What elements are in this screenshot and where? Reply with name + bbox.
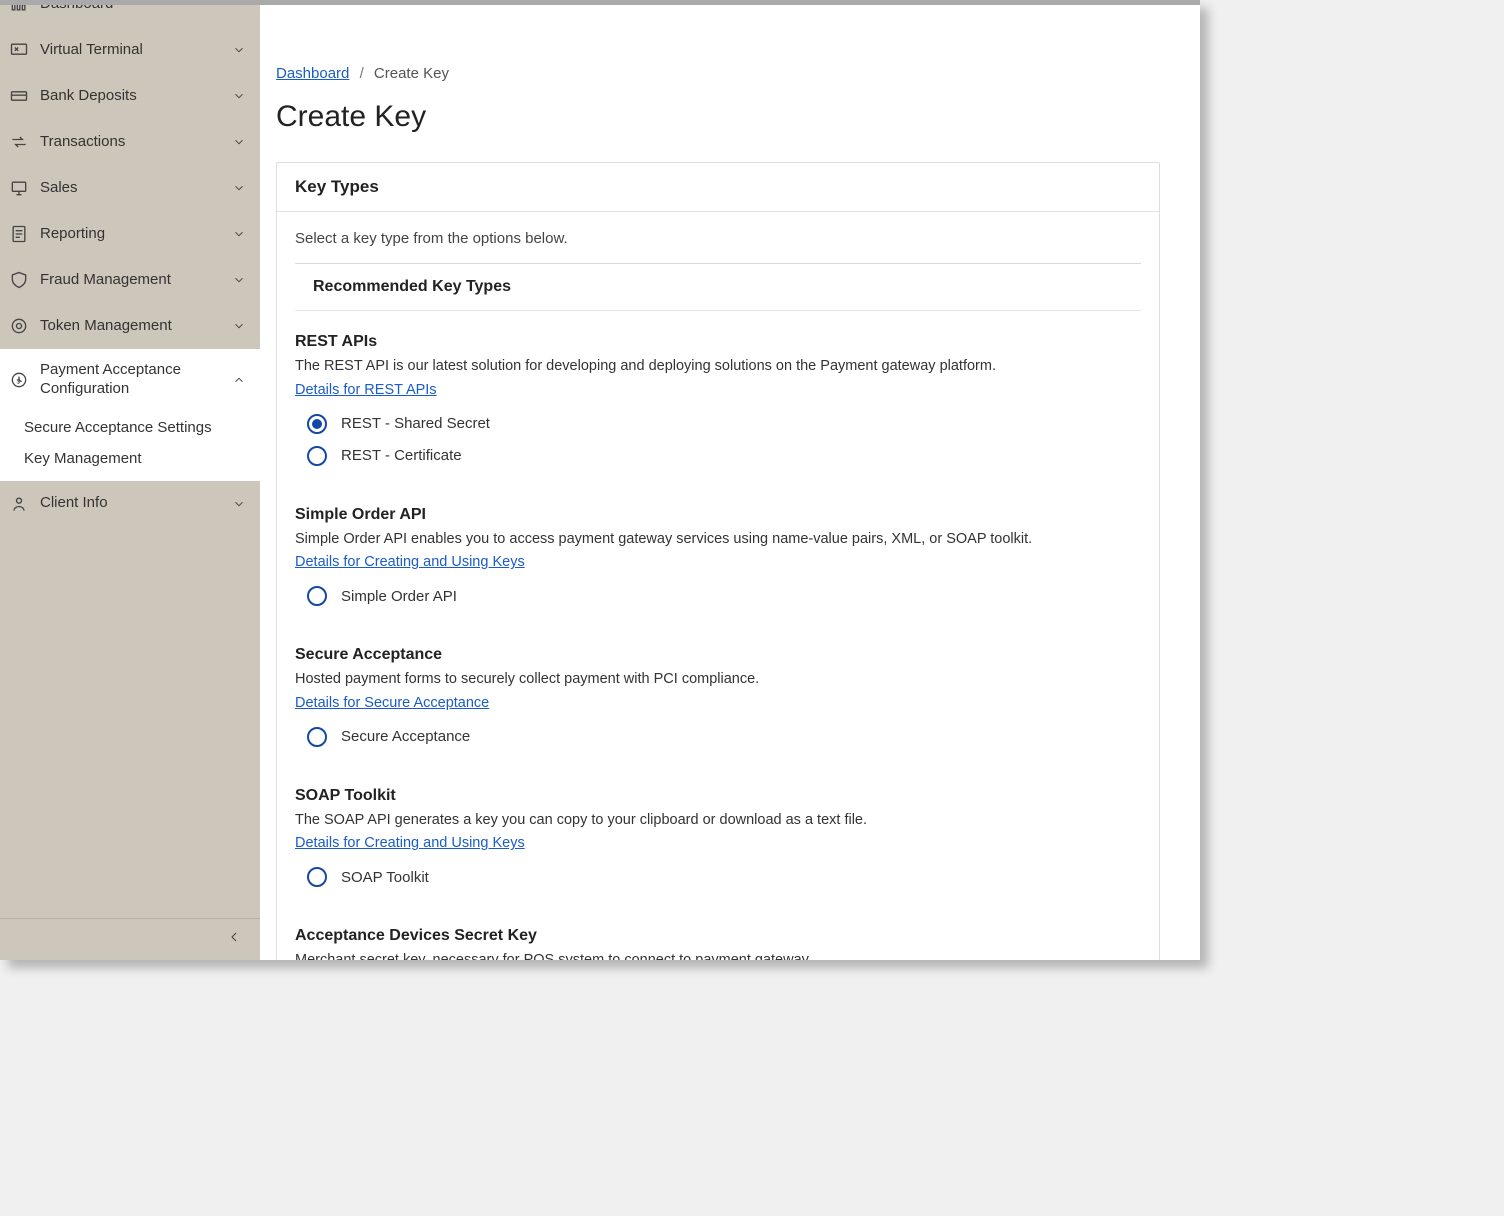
dashboard-icon [8,5,30,15]
sales-icon [8,177,30,199]
bank-icon [8,85,30,107]
sidebar-item-client-info[interactable]: Client Info [0,481,260,527]
radio-icon [307,446,327,466]
radio-label: REST - Certificate [341,447,462,464]
sidebar-section-payment-config: $ Payment Acceptance Configuration Secur… [0,349,260,481]
chevron-down-icon [230,41,248,59]
sidebar-list: Dashboard Virtual Terminal Bank Deposits [0,5,260,918]
group-title: SOAP Toolkit [295,787,1141,805]
sidebar-subitem-secure-acceptance-settings[interactable]: Secure Acceptance Settings [0,411,260,444]
panel-header: Key Types [277,163,1159,212]
config-icon: $ [8,369,30,391]
radio-label: REST - Shared Secret [341,415,490,432]
radio-rest-shared-secret[interactable]: REST - Shared Secret [295,408,1141,440]
group-desc: Simple Order API enables you to access p… [295,530,1141,550]
group-desc: The REST API is our latest solution for … [295,357,1141,377]
radio-label: Secure Acceptance [341,728,470,745]
chevron-down-icon [230,271,248,289]
chevron-down-icon [230,133,248,151]
radio-icon [307,727,327,747]
sidebar-item-label: Sales [40,179,220,198]
recommended-heading: Recommended Key Types [295,263,1141,311]
chevron-left-icon [226,929,242,950]
link-soap-details[interactable]: Details for Creating and Using Keys [295,835,525,851]
sidebar-item-label: Payment Acceptance Configuration [40,361,220,399]
sidebar-item-fraud-management[interactable]: Fraud Management [0,257,260,303]
link-secure-details[interactable]: Details for Secure Acceptance [295,695,489,711]
link-rest-details[interactable]: Details for REST APIs [295,382,437,398]
chevron-down-icon [230,225,248,243]
group-title: Secure Acceptance [295,646,1141,664]
chevron-down-icon [230,87,248,105]
panel-body: Select a key type from the options below… [277,212,1159,960]
breadcrumb-root-link[interactable]: Dashboard [276,65,349,82]
sidebar-item-label: Fraud Management [40,271,220,290]
transactions-icon [8,131,30,153]
sidebar-item-payment-acceptance-config[interactable]: $ Payment Acceptance Configuration [0,349,260,411]
token-icon [8,315,30,337]
app-window: Dashboard Virtual Terminal Bank Deposits [0,0,1200,960]
group-title: Acceptance Devices Secret Key [295,927,1141,945]
link-simple-details[interactable]: Details for Creating and Using Keys [295,554,525,570]
radio-rest-certificate[interactable]: REST - Certificate [295,440,1141,472]
breadcrumb-current: Create Key [374,65,449,82]
sidebar-item-label: Client Info [40,494,220,513]
chevron-up-icon [230,371,248,389]
sidebar-item-virtual-terminal[interactable]: Virtual Terminal [0,27,260,73]
group-desc: The SOAP API generates a key you can cop… [295,811,1141,831]
sidebar-item-label: Virtual Terminal [40,41,220,60]
radio-label: SOAP Toolkit [341,869,429,886]
reporting-icon [8,223,30,245]
radio-label: Simple Order API [341,588,457,605]
sidebar-item-label: Token Management [40,317,220,336]
breadcrumb: Dashboard / Create Key [276,65,1160,82]
user-icon [8,493,30,515]
breadcrumb-separator: / [360,65,364,82]
radio-icon [307,586,327,606]
group-soap-toolkit: SOAP Toolkit The SOAP API generates a ke… [295,787,1141,894]
radio-secure-acceptance[interactable]: Secure Acceptance [295,721,1141,753]
group-rest-apis: REST APIs The REST API is our latest sol… [295,333,1141,472]
sidebar-item-label: Bank Deposits [40,87,220,106]
sidebar-subitem-key-management[interactable]: Key Management [0,444,260,481]
sidebar-item-label: Transactions [40,133,220,152]
radio-simple-order-api[interactable]: Simple Order API [295,580,1141,612]
group-acceptance-devices: Acceptance Devices Secret Key Merchant s… [295,927,1141,960]
key-types-panel: Key Types Select a key type from the opt… [276,162,1160,960]
sidebar-item-label: Reporting [40,225,220,244]
sidebar: Dashboard Virtual Terminal Bank Deposits [0,5,260,960]
group-desc: Hosted payment forms to securely collect… [295,670,1141,690]
sidebar-subitem-label: Secure Acceptance Settings [24,419,212,436]
sidebar-item-dashboard[interactable]: Dashboard [0,5,260,27]
instruction-text: Select a key type from the options below… [295,230,1141,247]
sidebar-item-transactions[interactable]: Transactions [0,119,260,165]
sidebar-subitem-label: Key Management [24,450,142,467]
group-secure-acceptance: Secure Acceptance Hosted payment forms t… [295,646,1141,753]
sidebar-item-reporting[interactable]: Reporting [0,211,260,257]
shield-icon [8,269,30,291]
sidebar-item-sales[interactable]: Sales [0,165,260,211]
main-content: Dashboard / Create Key Create Key Key Ty… [260,5,1200,960]
group-title: REST APIs [295,333,1141,351]
sidebar-collapse-bar[interactable] [0,918,260,960]
group-desc: Merchant secret key, necessary for POS s… [295,951,1141,960]
group-title: Simple Order API [295,506,1141,524]
svg-text:$: $ [17,378,21,385]
chevron-down-icon [230,495,248,513]
chevron-down-icon [230,317,248,335]
terminal-icon [8,39,30,61]
page-title: Create Key [276,100,1160,134]
radio-icon [307,414,327,434]
sidebar-item-token-management[interactable]: Token Management [0,303,260,349]
sidebar-item-bank-deposits[interactable]: Bank Deposits [0,73,260,119]
chevron-down-icon [230,179,248,197]
radio-icon [307,867,327,887]
radio-soap-toolkit[interactable]: SOAP Toolkit [295,861,1141,893]
group-simple-order-api: Simple Order API Simple Order API enable… [295,506,1141,613]
sidebar-item-label: Dashboard [40,5,248,13]
